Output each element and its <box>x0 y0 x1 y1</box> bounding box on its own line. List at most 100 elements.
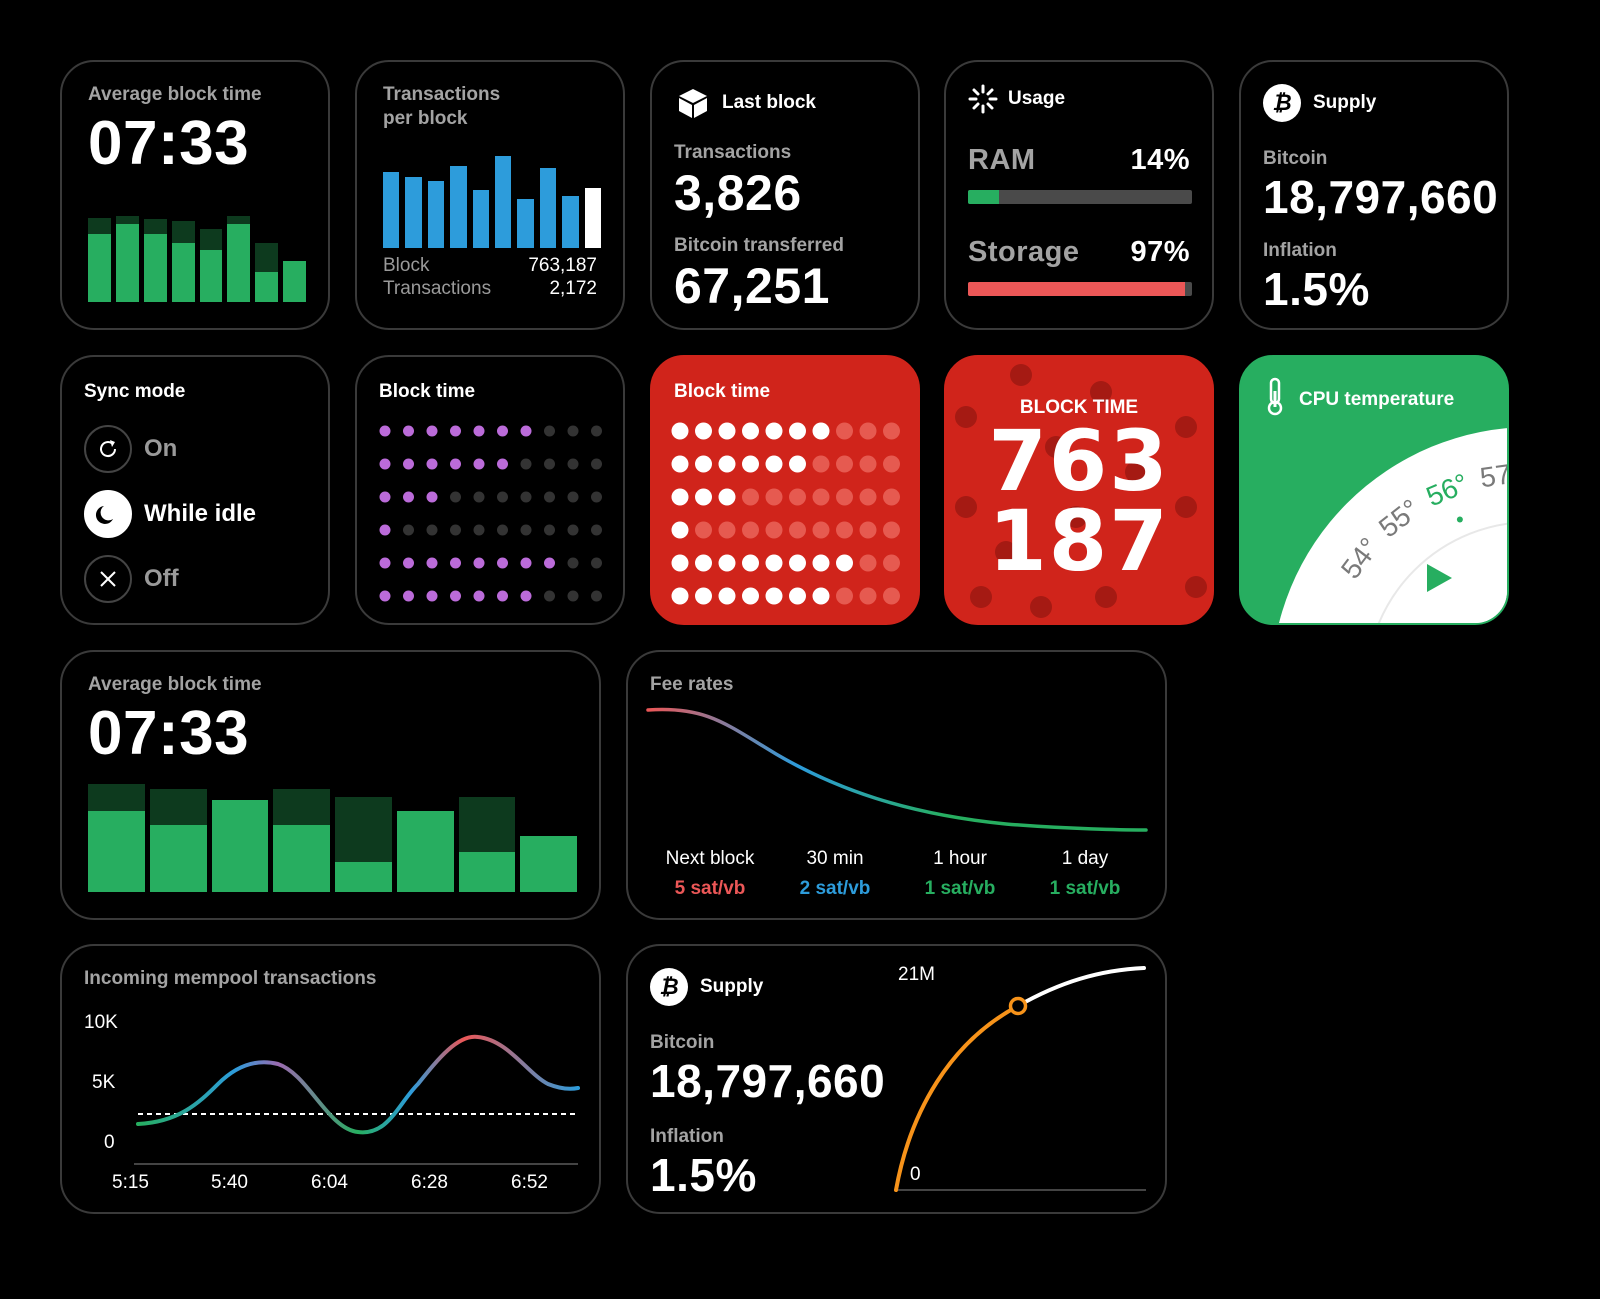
cpu-temp-card: CPU temperature 54° 55° 56° 57° 5 <box>1239 355 1509 625</box>
card-title: Supply <box>1313 92 1377 113</box>
dot <box>718 521 736 539</box>
dot <box>497 458 508 470</box>
card-label-line2: per block <box>383 108 468 129</box>
bar <box>88 233 111 302</box>
refresh-icon <box>84 425 132 473</box>
bar <box>143 233 167 302</box>
dot <box>671 521 689 539</box>
x-tick: 6:52 <box>511 1172 548 1193</box>
dot <box>789 488 806 506</box>
dot <box>520 425 532 437</box>
dot <box>836 455 853 473</box>
dot <box>473 425 485 437</box>
dot <box>379 590 391 602</box>
dot <box>403 524 414 536</box>
ram-label: RAM <box>968 144 1036 176</box>
avg-block-bars <box>88 194 306 302</box>
block-height-line1: 763 <box>988 412 1170 510</box>
dot <box>789 521 806 539</box>
dot <box>671 587 689 605</box>
card-title: Usage <box>1008 88 1066 109</box>
dot <box>718 422 736 440</box>
x-tick: 5:15 <box>112 1172 149 1193</box>
fee-time: 30 min <box>806 848 864 869</box>
sync-option-off[interactable]: Off <box>84 555 179 603</box>
dot <box>812 455 830 473</box>
dot <box>497 557 508 569</box>
inflation-value: 1.5% <box>1263 263 1370 315</box>
fee-column-1-hour: 1 hour 1 sat/vb <box>900 848 1020 900</box>
x-tick: 5:40 <box>211 1172 248 1193</box>
dot <box>742 587 759 605</box>
dot <box>567 425 579 437</box>
dot <box>544 458 555 470</box>
play-icon[interactable] <box>1425 563 1453 593</box>
bar <box>273 825 330 892</box>
dot <box>497 425 508 437</box>
dot <box>765 422 783 440</box>
dot <box>403 458 414 470</box>
dot <box>789 455 806 473</box>
dot <box>379 491 391 503</box>
loading-icon <box>968 84 998 114</box>
card-title: Sync mode <box>84 381 186 402</box>
mempool-line-chart <box>134 1034 580 1165</box>
bar <box>115 224 139 302</box>
btc-transferred-value: 67,251 <box>674 258 830 314</box>
dot <box>883 422 900 440</box>
dot <box>883 521 900 539</box>
dot <box>520 491 532 503</box>
avg-block-time-card: Average block time 07:33 <box>60 60 330 330</box>
dot <box>591 425 602 437</box>
dot <box>379 557 391 569</box>
inflation-label: Inflation <box>650 1126 724 1147</box>
block-time-big-card: BLOCK TIME 763 187 <box>944 355 1214 625</box>
tx-bars <box>383 140 601 248</box>
dot <box>883 488 900 506</box>
block-height-line2: 187 <box>988 492 1170 590</box>
y-tick-10k: 10K <box>84 1012 118 1033</box>
spot <box>1030 596 1052 618</box>
tx-per-block-card: Transactions per block Block 763,187 Tra… <box>355 60 625 330</box>
block-value: 763,187 <box>528 255 597 276</box>
dot <box>520 524 532 536</box>
dot <box>836 488 853 506</box>
dot <box>836 422 853 440</box>
bar <box>199 250 223 302</box>
dot <box>426 590 438 602</box>
dot <box>742 488 759 506</box>
bar <box>88 811 145 892</box>
dot <box>671 488 689 506</box>
dot <box>765 554 783 572</box>
dot <box>497 524 508 536</box>
dot <box>742 554 759 572</box>
dot <box>591 458 602 470</box>
dot <box>836 587 853 605</box>
dot <box>789 422 806 440</box>
sync-option-while-idle[interactable]: While idle <box>84 490 256 538</box>
dot <box>742 455 759 473</box>
bar <box>396 811 454 892</box>
temperature-dial: 54°55°56° 57° 5 <box>1279 428 1507 623</box>
fee-time: Next block <box>665 848 755 869</box>
dot <box>765 455 783 473</box>
inflation-label: Inflation <box>1263 240 1337 261</box>
dot <box>473 524 485 536</box>
avg-block-time-wide-card: Average block time 07:33 <box>60 650 601 920</box>
fee-rate: 1 sat/vb <box>924 878 996 899</box>
card-title: Incoming mempool transactions <box>84 968 377 989</box>
bar <box>450 165 467 248</box>
bar <box>227 224 251 302</box>
dot <box>379 425 391 437</box>
y-tick-0: 0 <box>104 1132 115 1153</box>
sync-option-on[interactable]: On <box>84 425 177 473</box>
dot <box>403 590 414 602</box>
bar <box>562 196 579 248</box>
card-title: Supply <box>700 976 764 997</box>
dot <box>812 488 830 506</box>
last-block-card: Last block Transactions 3,826 Bitcoin tr… <box>650 60 920 330</box>
bar <box>149 825 207 892</box>
card-title: Block time <box>379 381 476 402</box>
bitcoin-label: Bitcoin <box>650 1032 715 1053</box>
dot <box>591 524 602 536</box>
